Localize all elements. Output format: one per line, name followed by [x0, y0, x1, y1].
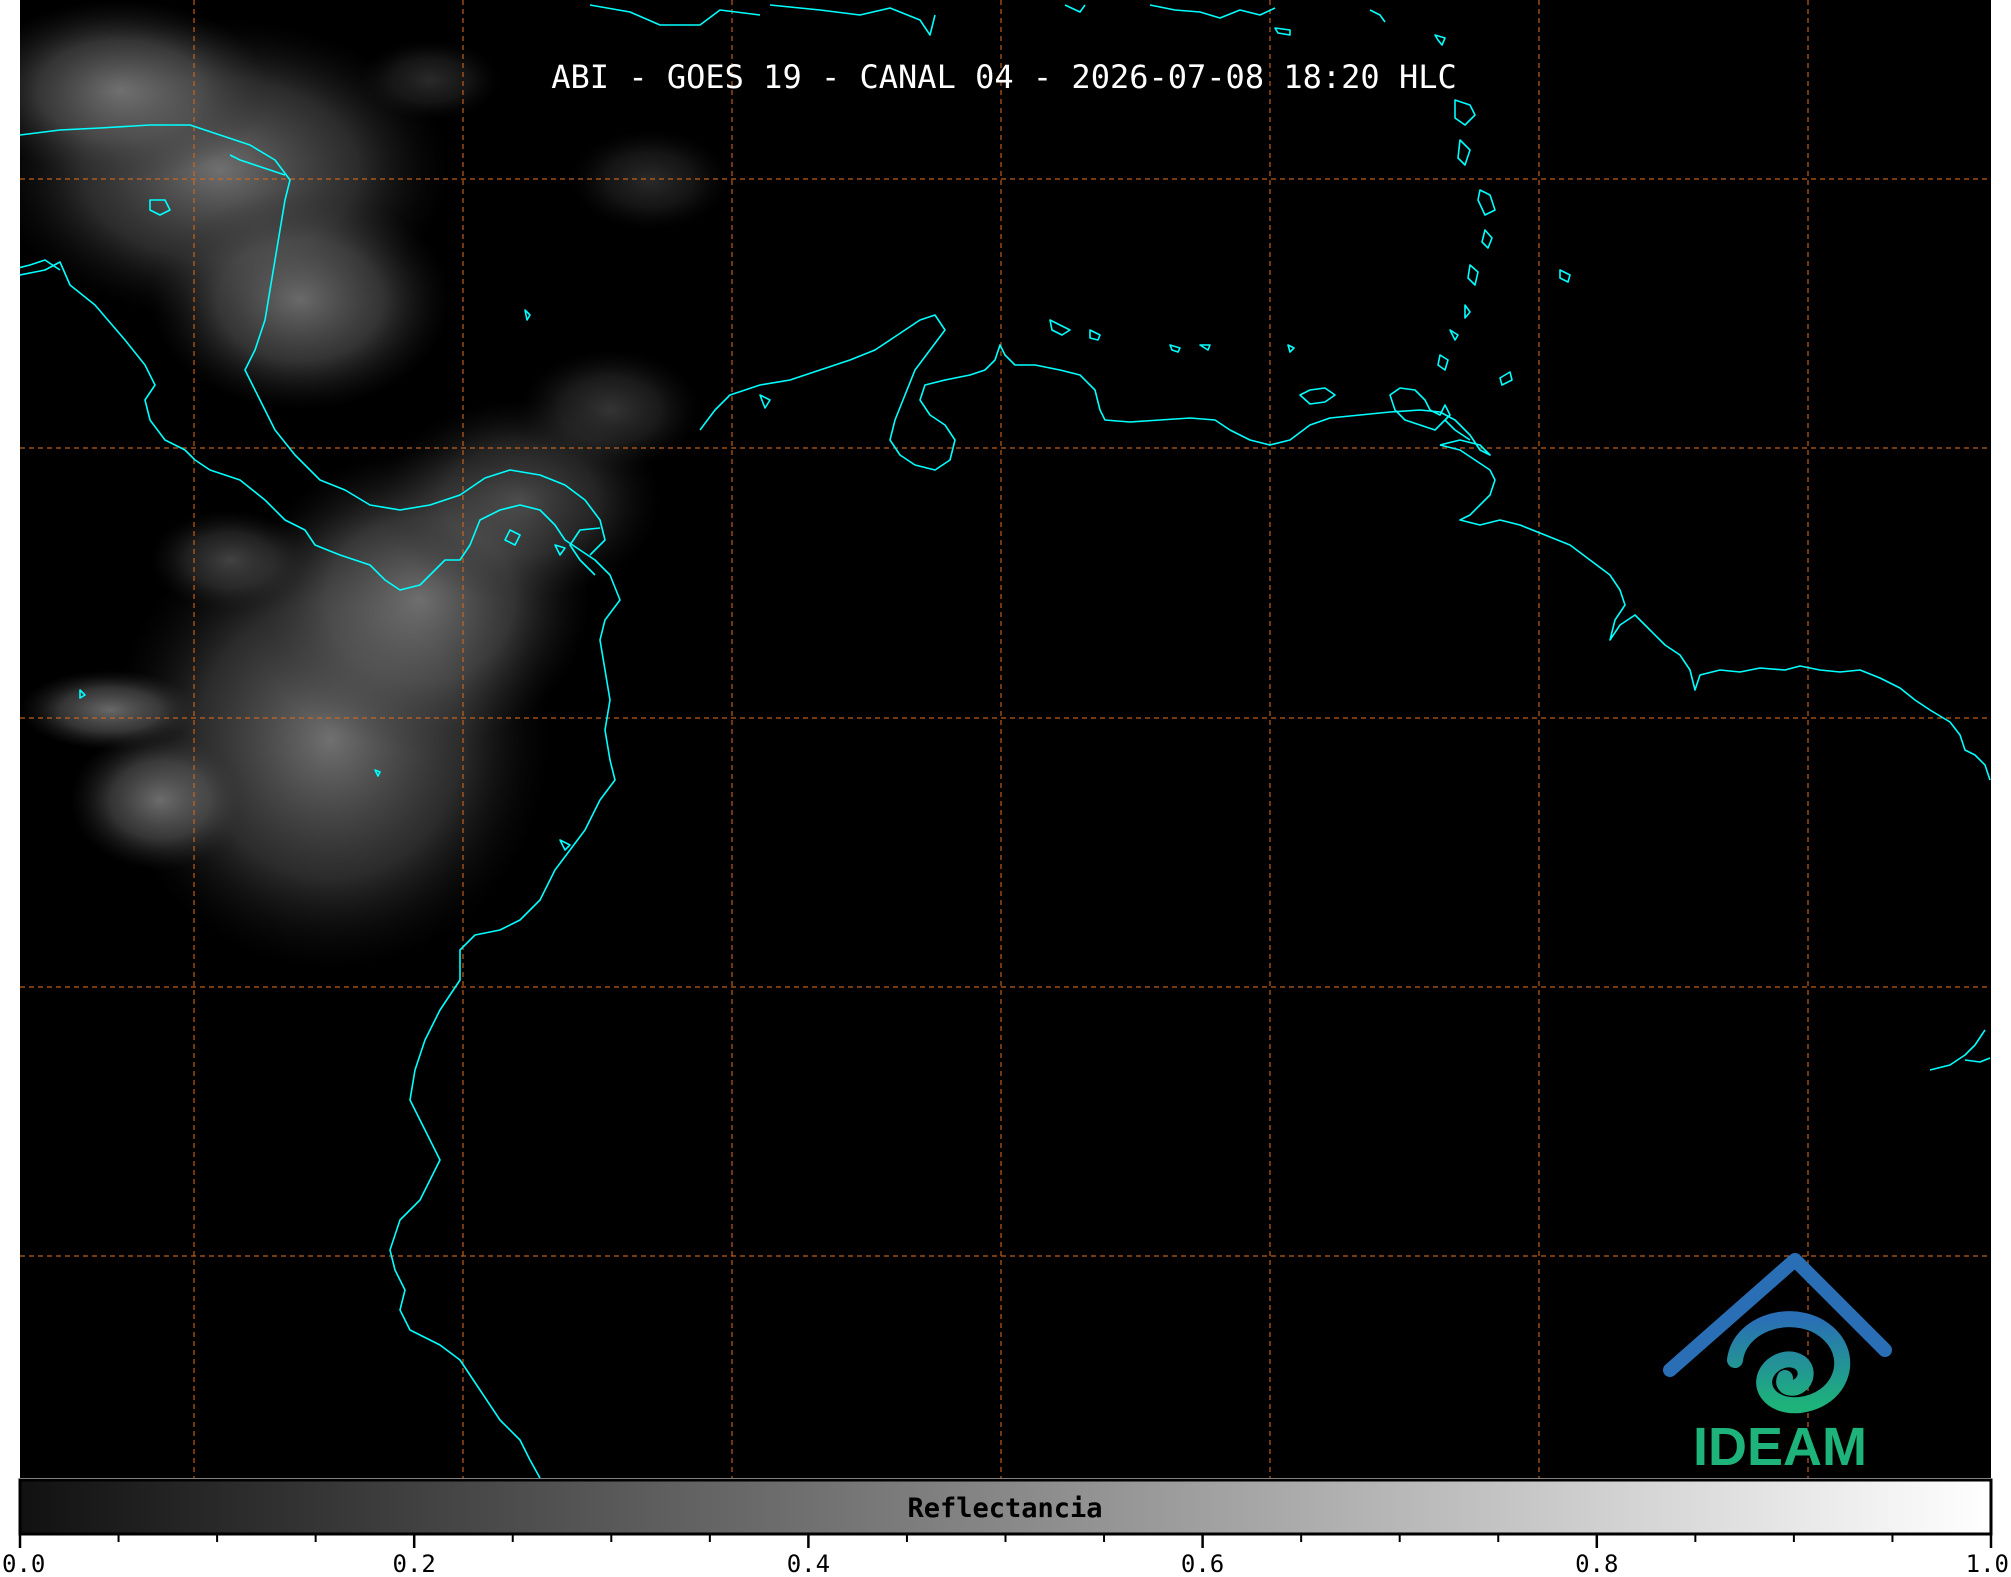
map-title: ABI - GOES 19 - CANAL 04 - 2026-07-08 18…	[551, 58, 1456, 96]
colorbar-tick-label: 0.8	[1575, 1550, 1618, 1577]
colorbar-tick-label: 0.2	[393, 1550, 436, 1577]
colorbar-tick-label: 0.0	[2, 1550, 45, 1577]
colorbar-label: Reflectancia	[907, 1493, 1102, 1524]
colorbar-tick-label: 0.6	[1181, 1550, 1224, 1577]
colorbar-tick-label: 0.4	[787, 1550, 830, 1577]
ideam-logo-text: IDEAM	[1693, 1417, 1867, 1477]
colorbar-tick-label: 1.0	[1966, 1550, 2009, 1577]
satellite-map: IDEAM ABI - GOES 19 - CANAL 04 - 2026-07…	[0, 0, 2011, 1577]
